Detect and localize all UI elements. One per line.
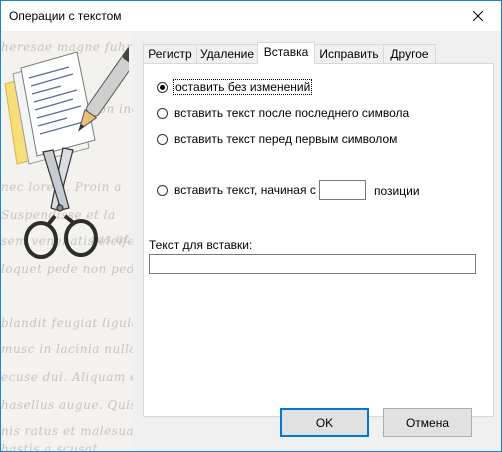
title-bar[interactable]: Операции с текстом xyxy=(1,1,501,31)
close-icon xyxy=(473,11,483,21)
script-line: ecuse dui. Aliquam erat vol xyxy=(1,370,133,384)
ok-button[interactable]: OK xyxy=(280,408,369,437)
decorative-side-panel: heresae magne fuhriorat ucunt non inolir… xyxy=(1,32,134,451)
tab-other[interactable]: Другое xyxy=(383,44,436,63)
insert-text-label: Текст для вставки: xyxy=(149,238,253,252)
tab-register[interactable]: Регистр xyxy=(143,44,197,63)
position-input[interactable] xyxy=(319,180,366,200)
option-label: оставить без изменений xyxy=(172,79,313,95)
option-keep-unchanged[interactable]: оставить без изменений xyxy=(157,78,313,96)
insert-tab-panel: оставить без изменений вставить текст по… xyxy=(143,63,494,417)
option-insert-before-first[interactable]: вставить текст перед первым символом xyxy=(157,130,397,148)
tab-fix[interactable]: Исправить xyxy=(314,44,384,63)
radio-button[interactable] xyxy=(157,133,168,145)
tab-delete[interactable]: Удаление xyxy=(196,44,258,63)
close-button[interactable] xyxy=(455,1,501,31)
insert-text-input[interactable] xyxy=(149,254,476,274)
position-suffix-label: позиции xyxy=(374,184,420,198)
dialog-window: Операции с текстом heresae magne fuhrior… xyxy=(0,0,502,452)
option-label: вставить текст после последнего символа xyxy=(174,106,410,120)
script-line: blandit feugiat ligula. Do xyxy=(1,316,133,330)
option-insert-at-position[interactable]: вставить текст, начиная с xyxy=(157,181,316,199)
script-line: musc in lacinia nulla nisi xyxy=(1,342,134,356)
script-line: nis ratus et malesuada fames xyxy=(1,424,134,438)
radio-button[interactable] xyxy=(157,81,168,93)
option-label: вставить текст, начиная с xyxy=(174,183,316,197)
window-title: Операции с текстом xyxy=(9,9,122,23)
content-pane: Регистр Удаление Вставка Исправить Друго… xyxy=(133,32,501,451)
script-line: hastis a scusat xyxy=(1,442,98,451)
tab-insert[interactable]: Вставка xyxy=(257,42,315,64)
tab-strip: Регистр Удаление Вставка Исправить Друго… xyxy=(143,42,493,64)
option-insert-after-last[interactable]: вставить текст после последнего символа xyxy=(157,104,409,122)
cancel-button[interactable]: Отмена xyxy=(383,408,472,437)
radio-button[interactable] xyxy=(157,107,168,119)
text-tools-illustration-icon xyxy=(4,46,129,259)
option-label: вставить текст перед первым символом xyxy=(174,132,398,146)
radio-button[interactable] xyxy=(157,184,168,196)
script-line: hasellus augue. Quisque aliquam xyxy=(1,398,133,412)
